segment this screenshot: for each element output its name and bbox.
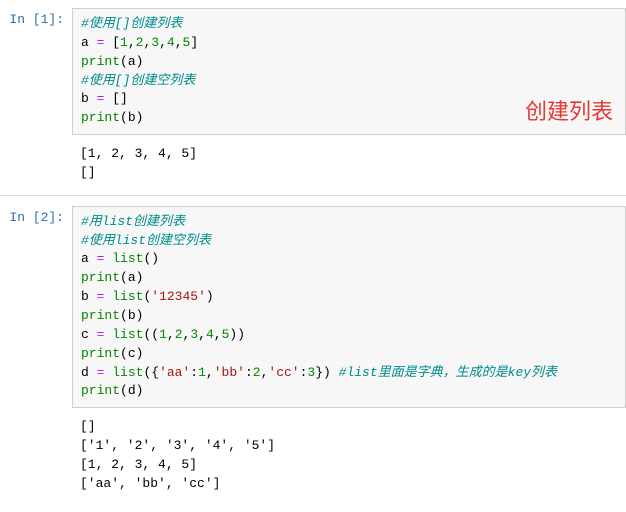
input-prompt: In [2]: — [0, 206, 72, 408]
prompt-label: In [1]: — [9, 12, 64, 27]
code-cell: In [2]: #用list创建列表 #使用list创建空列表 a = list… — [0, 206, 626, 408]
annotation-text: 创建列表 — [525, 96, 613, 128]
output-content: [] ['1', '2', '3', '4', '5'] [1, 2, 3, 4… — [72, 412, 626, 499]
cell-content: #使用[]创建列表 a = [1,2,3,4,5] print(a) #使用[]… — [72, 8, 626, 135]
output-cell: [] ['1', '2', '3', '4', '5'] [1, 2, 3, 4… — [0, 412, 626, 499]
code-line: print(b) — [81, 307, 617, 326]
code-line: print(d) — [81, 382, 617, 401]
code-line: #用list创建列表 — [81, 213, 617, 232]
code-cell: In [1]: #使用[]创建列表 a = [1,2,3,4,5] print(… — [0, 8, 626, 135]
code-line: print(a) — [81, 53, 617, 72]
code-line: print(c) — [81, 345, 617, 364]
code-line: a = list() — [81, 250, 617, 269]
output-prompt — [0, 412, 72, 499]
cell-content: #用list创建列表 #使用list创建空列表 a = list() print… — [72, 206, 626, 408]
code-input[interactable]: #用list创建列表 #使用list创建空列表 a = list() print… — [72, 206, 626, 408]
cell-divider — [0, 195, 626, 196]
output-cell: [1, 2, 3, 4, 5] [] — [0, 139, 626, 189]
code-line: #使用list创建空列表 — [81, 232, 617, 251]
stdout: [1, 2, 3, 4, 5] [] — [72, 139, 626, 189]
code-line: print(a) — [81, 269, 617, 288]
code-line: #使用[]创建列表 — [81, 15, 617, 34]
code-line: d = list({'aa':1,'bb':2,'cc':3}) #list里面… — [81, 364, 617, 383]
output-prompt — [0, 139, 72, 189]
code-line: #使用[]创建空列表 — [81, 72, 617, 91]
code-input[interactable]: #使用[]创建列表 a = [1,2,3,4,5] print(a) #使用[]… — [72, 8, 626, 135]
prompt-label: In [2]: — [9, 210, 64, 225]
code-line: c = list((1,2,3,4,5)) — [81, 326, 617, 345]
code-line: b = list('12345') — [81, 288, 617, 307]
output-content: [1, 2, 3, 4, 5] [] — [72, 139, 626, 189]
input-prompt: In [1]: — [0, 8, 72, 135]
stdout: [] ['1', '2', '3', '4', '5'] [1, 2, 3, 4… — [72, 412, 626, 499]
code-line: a = [1,2,3,4,5] — [81, 34, 617, 53]
